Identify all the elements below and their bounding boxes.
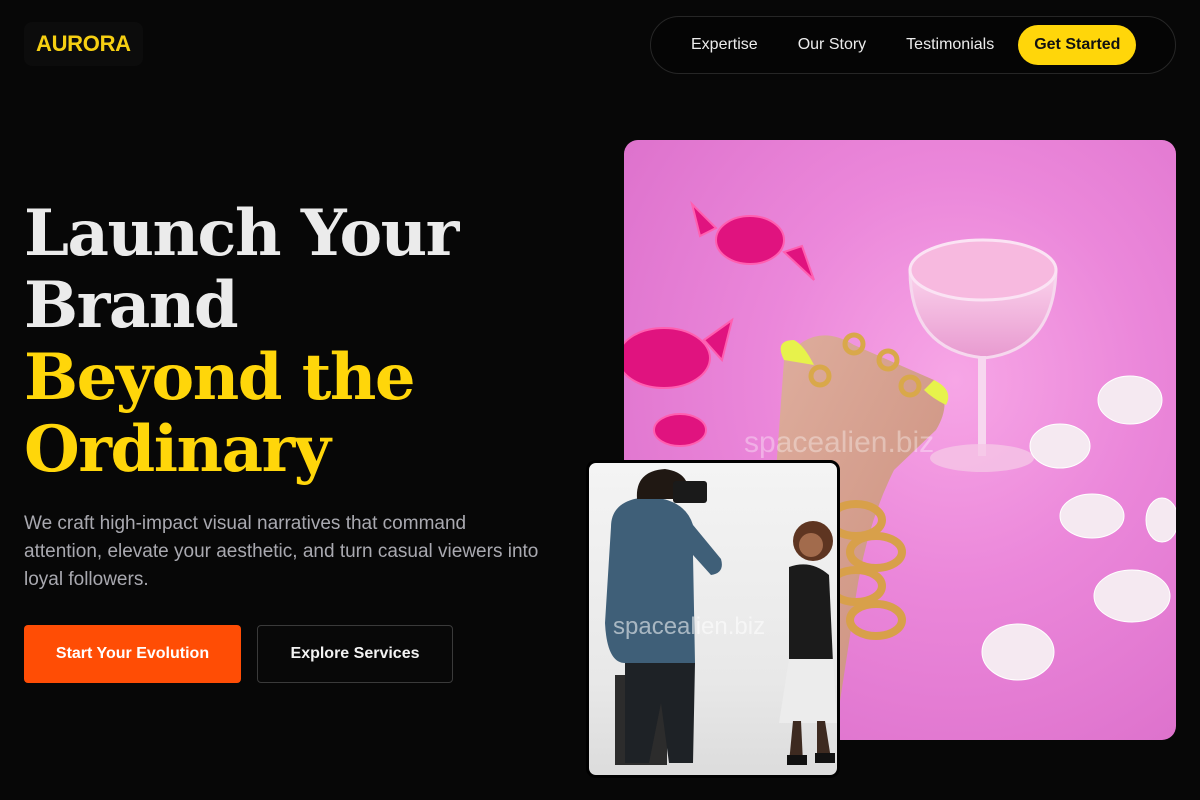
brand-logo[interactable]: AURORA bbox=[24, 22, 143, 66]
hero-title-line: Brand bbox=[24, 268, 239, 343]
hero-title-highlight-line: Ordinary bbox=[24, 412, 331, 487]
start-your-evolution-button[interactable]: Start Your Evolution bbox=[24, 625, 241, 683]
get-started-button[interactable]: Get Started bbox=[1018, 25, 1137, 65]
hero-title-line: Launch Your bbox=[24, 196, 459, 271]
nav-link-our-story[interactable]: Our Story bbox=[798, 36, 866, 54]
hero-image-photoshoot: spacealien.biz bbox=[586, 460, 840, 778]
hero-subtitle: We craft high-impact visual narratives t… bbox=[24, 513, 539, 590]
explore-services-button[interactable]: Explore Services bbox=[257, 625, 453, 683]
hero-title-highlight-line: Beyond the bbox=[24, 340, 416, 415]
image-watermark: spacealien.biz bbox=[744, 426, 935, 459]
hero-title: Launch Your Brand Beyond the Ordinary bbox=[24, 196, 459, 487]
brand-name: AURORA bbox=[36, 31, 131, 56]
nav-link-testimonials[interactable]: Testimonials bbox=[906, 36, 994, 54]
image-watermark: spacealien.biz bbox=[613, 613, 766, 640]
nav-link-expertise[interactable]: Expertise bbox=[691, 36, 758, 54]
main-nav: Expertise Our Story Testimonials Get Sta… bbox=[650, 16, 1176, 74]
